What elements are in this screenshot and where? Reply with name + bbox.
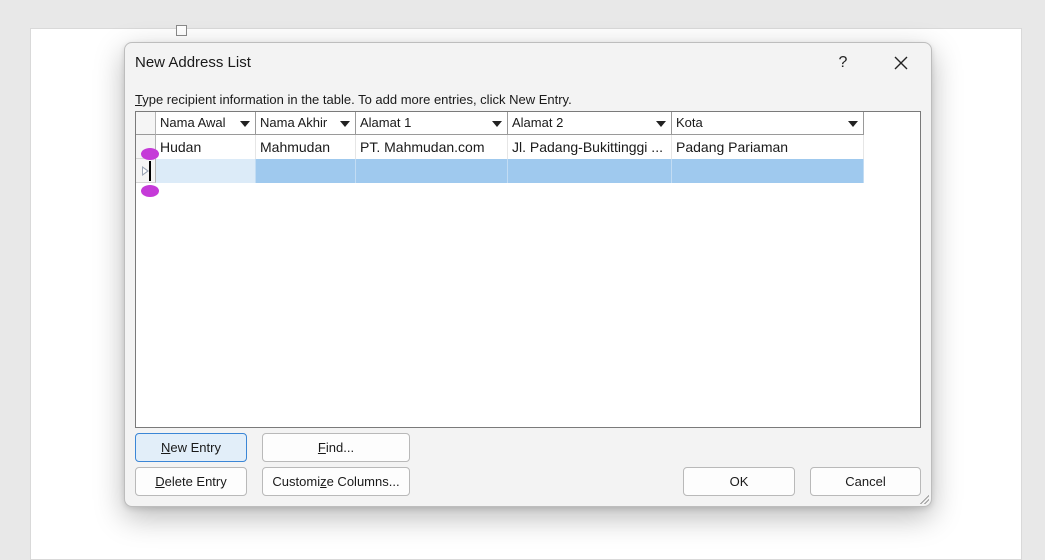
dropdown-arrow-icon[interactable] <box>340 121 350 127</box>
table-cell[interactable] <box>256 159 356 183</box>
table-cell[interactable] <box>356 159 508 183</box>
table-cell-active[interactable] <box>156 159 256 183</box>
table-cell[interactable]: Hudan <box>156 135 256 159</box>
dropdown-arrow-icon[interactable] <box>240 121 250 127</box>
column-header-nama-awal[interactable]: Nama Awal <box>156 112 256 135</box>
column-header-nama-akhir[interactable]: Nama Akhir <box>256 112 356 135</box>
accel-key: N <box>161 440 171 455</box>
column-header-alamat-1[interactable]: Alamat 1 <box>356 112 508 135</box>
dropdown-arrow-icon[interactable] <box>492 121 502 127</box>
instruction-text: Type recipient information in the table.… <box>135 92 572 107</box>
column-header-label: Nama Akhir <box>260 115 328 130</box>
column-header-label: Alamat 1 <box>360 115 412 130</box>
new-entry-button[interactable]: New Entry <box>135 433 247 462</box>
new-address-list-dialog: New Address List ? Type recipient inform… <box>124 42 932 507</box>
column-header-label: Alamat 2 <box>512 115 564 130</box>
table-cell[interactable] <box>672 159 864 183</box>
dropdown-arrow-icon[interactable] <box>848 121 858 127</box>
column-header-label: Nama Awal <box>160 115 226 130</box>
column-header-alamat-2[interactable]: Alamat 2 <box>508 112 672 135</box>
help-button[interactable]: ? <box>823 49 863 77</box>
corner-header <box>136 112 156 135</box>
column-header-kota[interactable]: Kota <box>672 112 864 135</box>
button-label-pre: Customi <box>272 474 321 489</box>
table-cell[interactable]: PT. Mahmudan.com <box>356 135 508 159</box>
customize-columns-button[interactable]: Customi z e Columns... <box>262 467 410 496</box>
table-cell[interactable] <box>508 159 672 183</box>
button-label: e Columns... <box>326 474 400 489</box>
close-icon <box>894 56 908 70</box>
accel-key: F <box>317 440 326 455</box>
instruction-rest: ype recipient information in the table. … <box>142 92 572 107</box>
dropdown-arrow-icon[interactable] <box>656 121 666 127</box>
address-table[interactable]: Nama Awal Nama Akhir Alamat 1 Alamat 2 K… <box>135 111 921 428</box>
table-cell[interactable]: Mahmudan <box>256 135 356 159</box>
selection-handle-bottom[interactable] <box>141 185 159 197</box>
selection-handle-top[interactable] <box>141 148 159 160</box>
page-corner-marker <box>176 25 187 36</box>
close-button[interactable] <box>881 49 921 77</box>
text-caret <box>149 161 151 181</box>
accel-key: D <box>155 474 165 489</box>
table-cell[interactable]: Jl. Padang-Bukittinggi ... <box>508 135 672 159</box>
button-label: ew Entry <box>170 440 221 455</box>
find-button[interactable]: Find... <box>262 433 410 462</box>
table-cell[interactable]: Padang Pariaman <box>672 135 864 159</box>
delete-entry-button[interactable]: Delete Entry <box>135 467 247 496</box>
cancel-button[interactable]: Cancel <box>810 467 921 496</box>
button-label: ind... <box>325 440 355 455</box>
column-header-label: Kota <box>676 115 703 130</box>
resize-grip-icon[interactable] <box>919 494 929 504</box>
button-label: elete Entry <box>164 474 227 489</box>
dialog-title: New Address List <box>135 54 251 71</box>
ok-button[interactable]: OK <box>683 467 795 496</box>
current-row-arrow-icon <box>142 166 149 176</box>
row-header-current[interactable] <box>136 159 156 183</box>
